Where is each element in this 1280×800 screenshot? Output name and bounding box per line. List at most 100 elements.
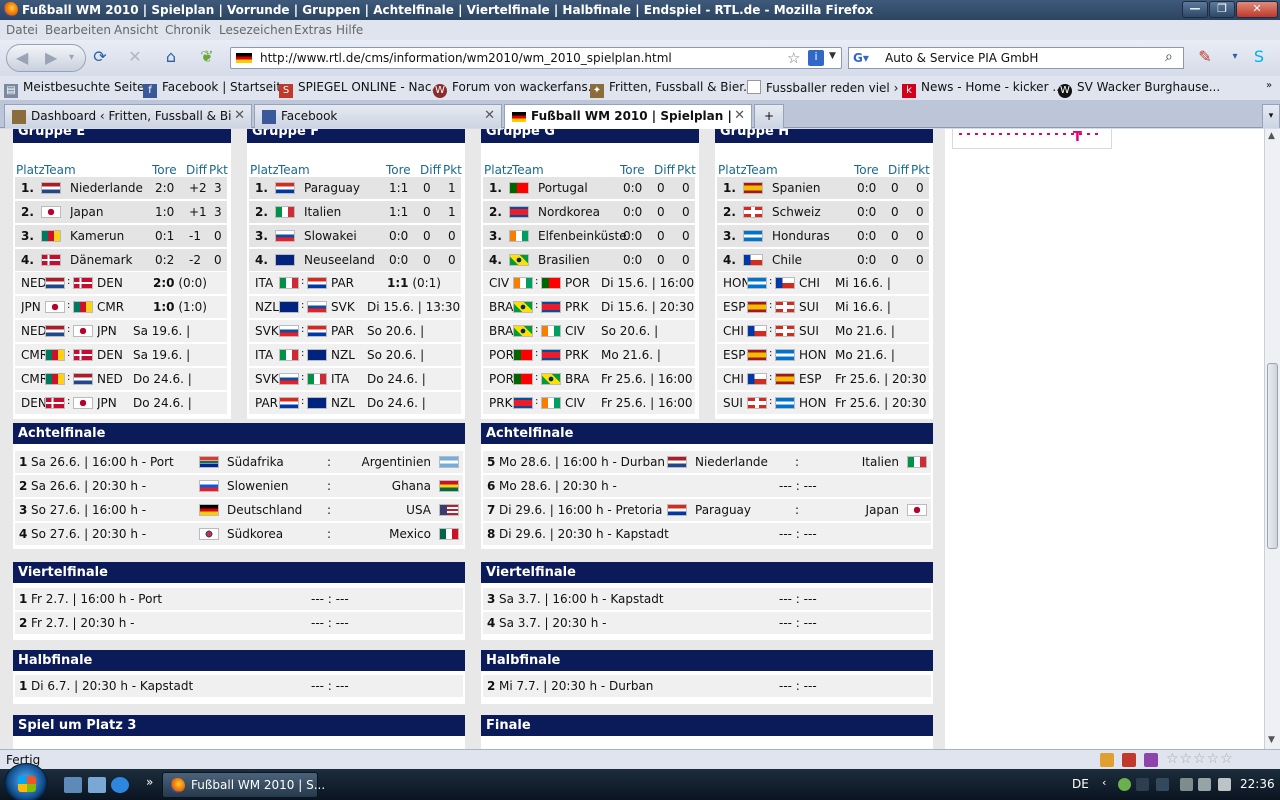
- bookmark-star-icon[interactable]: ☆: [787, 49, 800, 67]
- away-team[interactable]: Mexico: [389, 527, 431, 541]
- home-team[interactable]: Deutschland: [227, 503, 302, 517]
- team-name[interactable]: Schweiz: [772, 205, 870, 219]
- match-row[interactable]: BRA: PRK Di 15.6. | 20:30: [483, 296, 695, 318]
- match-result[interactable]: 1:0 (1:0): [153, 300, 207, 314]
- bookmark-item[interactable]: W Forum von wackerfans...: [433, 80, 599, 98]
- search-input[interactable]: Auto & Service PIA GmbH: [885, 51, 1038, 65]
- maximize-button[interactable]: ❐: [1209, 1, 1235, 18]
- knockout-match-row[interactable]: 3 Sa 3.7. | 16:00 h - Kapstadt --- : ---: [483, 588, 931, 610]
- taskbar-firefox-item[interactable]: Fußball WM 2010 | S...: [162, 772, 325, 798]
- reload-icon[interactable]: ⟳: [87, 46, 113, 70]
- knockout-match-row[interactable]: 6 Mo 28.6. | 20:30 h - --- : ---: [483, 475, 931, 497]
- menu-chronik[interactable]: Chronik: [165, 23, 211, 37]
- knockout-match-row[interactable]: 2 Fr 2.7. | 20:30 h - --- : ---: [15, 612, 463, 634]
- team-name[interactable]: Brasilien: [538, 253, 636, 267]
- knockout-match-row[interactable]: 5 Mo 28.6. | 16:00 h - Durban Niederlande:…: [483, 451, 931, 473]
- team-name[interactable]: Chile: [772, 253, 870, 267]
- team-name[interactable]: Niederlande: [70, 181, 168, 195]
- match-result[interactable]: Do 24.6. |: [367, 372, 426, 386]
- knockout-match-row[interactable]: 2 Mi 7.7. | 20:30 h - Durban --- : ---: [483, 675, 931, 697]
- home-team[interactable]: Paraguay: [695, 503, 751, 517]
- standings-row[interactable]: 1. Paraguay 1:1 0 1: [249, 177, 461, 199]
- close-button[interactable]: ✕: [1236, 1, 1278, 18]
- match-row[interactable]: SUI: HON Fr 25.6. | 20:30: [717, 392, 929, 414]
- match-row[interactable]: HON: CHI Mi 16.6. |: [717, 272, 929, 294]
- language-indicator[interactable]: DE: [1072, 777, 1089, 791]
- tab-list-dropdown-icon[interactable]: ▾: [1262, 104, 1280, 128]
- standings-row[interactable]: 1. Portugal 0:0 0 0: [483, 177, 695, 199]
- knockout-match-row[interactable]: 4 Sa 3.7. | 20:30 h - --- : ---: [483, 612, 931, 634]
- knockout-match-row[interactable]: 3 So 27.6. | 16:00 h - Deutschland: USA: [15, 499, 463, 521]
- minimize-button[interactable]: —: [1182, 1, 1208, 18]
- away-team[interactable]: Japan: [866, 503, 899, 517]
- match-result[interactable]: Sa 19.6. |: [133, 324, 190, 338]
- match-row[interactable]: POR: PRK Mo 21.6. |: [483, 344, 695, 366]
- match-result[interactable]: Sa 19.6. |: [133, 348, 190, 362]
- match-row[interactable]: BRA: CIV So 20.6. |: [483, 320, 695, 342]
- match-result[interactable]: Mo 21.6. |: [835, 348, 895, 362]
- team-name[interactable]: Spanien: [772, 181, 870, 195]
- team-name[interactable]: Paraguay: [304, 181, 402, 195]
- match-row[interactable]: ITA: NZL So 20.6. |: [249, 344, 461, 366]
- knockout-match-row[interactable]: 1 Fr 2.7. | 16:00 h - Port --- : ---: [15, 588, 463, 610]
- new-tab-button[interactable]: +: [754, 104, 784, 128]
- knockout-match-row[interactable]: 4 So 27.6. | 20:30 h - Südkorea: Mexico: [15, 523, 463, 545]
- close-tab-icon[interactable]: ✕: [484, 108, 495, 123]
- menu-datei[interactable]: Datei: [6, 23, 38, 37]
- bookmark-item[interactable]: ✦ Fritten, Fussball & Bier...: [590, 80, 755, 98]
- scroll-thumb[interactable]: [1267, 363, 1278, 549]
- url-dropdown-icon[interactable]: ▼: [829, 51, 836, 61]
- search-icon[interactable]: ⌕: [1165, 49, 1173, 65]
- url-bar[interactable]: http://www.rtl.de/cms/information/wm2010…: [230, 47, 842, 69]
- away-team[interactable]: USA: [406, 503, 431, 517]
- team-name[interactable]: Portugal: [538, 181, 636, 195]
- match-row[interactable]: NZL: SVK Di 15.6. | 13:30: [249, 296, 461, 318]
- notes-icon[interactable]: [1100, 753, 1114, 767]
- standings-row[interactable]: 3. Slowakei 0:0 0 0: [249, 225, 461, 247]
- match-result[interactable]: 1:1 (0:1): [387, 276, 441, 290]
- standings-row[interactable]: 4. Brasilien 0:0 0 0: [483, 249, 695, 271]
- knockout-match-row[interactable]: 1 Di 6.7. | 20:30 h - Kapstadt --- : ---: [15, 675, 463, 697]
- standings-row[interactable]: 3. Honduras 0:0 0 0: [717, 225, 929, 247]
- google-icon[interactable]: G▾: [853, 51, 869, 65]
- match-row[interactable]: ITA: PAR 1:1 (0:1): [249, 272, 461, 294]
- match-row[interactable]: CHI: SUI Mo 21.6. |: [717, 320, 929, 342]
- standings-row[interactable]: 4. Neuseeland 0:0 0 0: [249, 249, 461, 271]
- adblock-icon[interactable]: [1122, 753, 1136, 767]
- network-signal-icon[interactable]: [1198, 778, 1211, 791]
- match-row[interactable]: SVK: ITA Do 24.6. |: [249, 368, 461, 390]
- menu-bearbeiten[interactable]: Bearbeiten: [45, 23, 111, 37]
- team-name[interactable]: Nordkorea: [538, 205, 636, 219]
- standings-row[interactable]: 2. Japan 1:0 +1 3: [15, 201, 227, 223]
- match-result[interactable]: Mo 21.6. |: [835, 324, 895, 338]
- skype-tray-icon[interactable]: [1118, 778, 1131, 791]
- history-dropdown-icon[interactable]: ▾: [69, 52, 74, 63]
- standings-row[interactable]: 2. Nordkorea 0:0 0 0: [483, 201, 695, 223]
- skype-icon[interactable]: S: [1246, 46, 1272, 70]
- url-text[interactable]: http://www.rtl.de/cms/information/wm2010…: [260, 51, 672, 65]
- search-bar[interactable]: G▾ Auto & Service PIA GmbH ⌕: [848, 47, 1184, 69]
- rating-stars-icon[interactable]: ☆☆☆☆☆: [1166, 751, 1234, 767]
- match-row[interactable]: JPN: CMR 1:0 (1:0): [15, 296, 227, 318]
- match-result[interactable]: Mi 16.6. |: [835, 300, 891, 314]
- match-result[interactable]: Fr 25.6. | 16:00: [601, 396, 693, 410]
- away-team[interactable]: Argentinien: [361, 455, 431, 469]
- scroll-down-icon[interactable]: ▼: [1268, 735, 1275, 745]
- match-row[interactable]: CMR: NED Do 24.6. |: [15, 368, 227, 390]
- match-row[interactable]: CIV: POR Di 15.6. | 16:00: [483, 272, 695, 294]
- match-row[interactable]: CHI: ESP Fr 25.6. | 20:30: [717, 368, 929, 390]
- show-desktop-icon[interactable]: [64, 777, 82, 793]
- match-result[interactable]: Di 15.6. | 13:30: [367, 300, 460, 314]
- volume-icon[interactable]: [1218, 778, 1231, 791]
- knockout-match-row[interactable]: 1 Sa 26.6. | 16:00 h - Port Südafrika: Arge…: [15, 451, 463, 473]
- leaf-addon-icon[interactable]: ❦: [194, 46, 220, 70]
- menu-hilfe[interactable]: Hilfe: [336, 23, 363, 37]
- bookmark-item[interactable]: S SPIEGEL ONLINE - Nac...: [279, 80, 443, 98]
- away-team[interactable]: Ghana: [392, 479, 431, 493]
- match-result[interactable]: Do 24.6. |: [133, 396, 192, 410]
- menu-ansicht[interactable]: Ansicht: [114, 23, 158, 37]
- back-arrow-icon[interactable]: ◀: [16, 48, 28, 67]
- telekom-ad-banner[interactable]: T: [952, 129, 1112, 149]
- bookmarks-overflow-icon[interactable]: »: [1266, 80, 1272, 91]
- home-team[interactable]: Südafrika: [227, 455, 284, 469]
